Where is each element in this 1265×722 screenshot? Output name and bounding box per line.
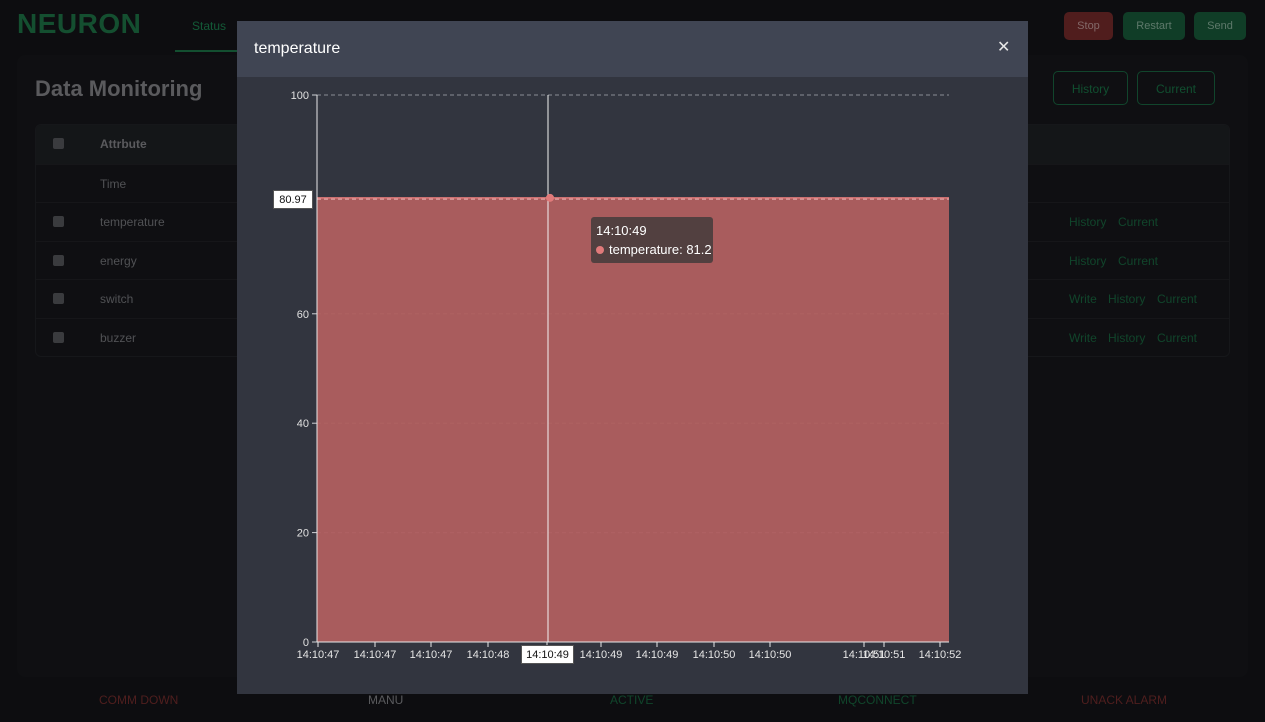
x-tick-label: 14:10:51 <box>863 649 906 661</box>
x-tick-label: 14:10:47 <box>354 649 397 661</box>
temperature-chart: 0 20 40 60 100 14:10:47 14:10:47 14:10:47 14:10:… <box>291 90 962 661</box>
tooltip-time: 14:10:49 <box>596 223 647 238</box>
area-fill-temperature <box>317 197 949 642</box>
tooltip-row: temperature: 81.2 <box>596 242 712 257</box>
x-tick-label: 14:10:50 <box>693 649 736 661</box>
tooltip-value: temperature: 81.2 <box>609 242 712 257</box>
crosshair-x-label: 14:10:49 <box>521 645 574 664</box>
y-tick-label: 40 <box>297 418 309 430</box>
chart-tooltip: 14:10:49 temperature: 81.2 <box>591 217 713 263</box>
y-tick-label: 0 <box>303 637 309 649</box>
x-tick-label: 14:10:49 <box>580 649 623 661</box>
y-tick-label: 20 <box>297 528 309 540</box>
series-marker-icon <box>596 245 604 254</box>
x-tick-label: 14:10:50 <box>749 649 792 661</box>
x-tick-label: 14:10:52 <box>919 649 962 661</box>
data-point <box>546 193 554 202</box>
x-tick-label: 14:10:48 <box>467 649 510 661</box>
y-tick-label: 100 <box>291 90 309 102</box>
crosshair-y-label: 80.97 <box>273 190 313 209</box>
x-tick-label: 14:10:47 <box>410 649 453 661</box>
x-tick-label: 14:10:49 <box>636 649 679 661</box>
x-tick-label: 14:10:47 <box>297 649 340 661</box>
y-tick-label: 60 <box>297 309 309 321</box>
